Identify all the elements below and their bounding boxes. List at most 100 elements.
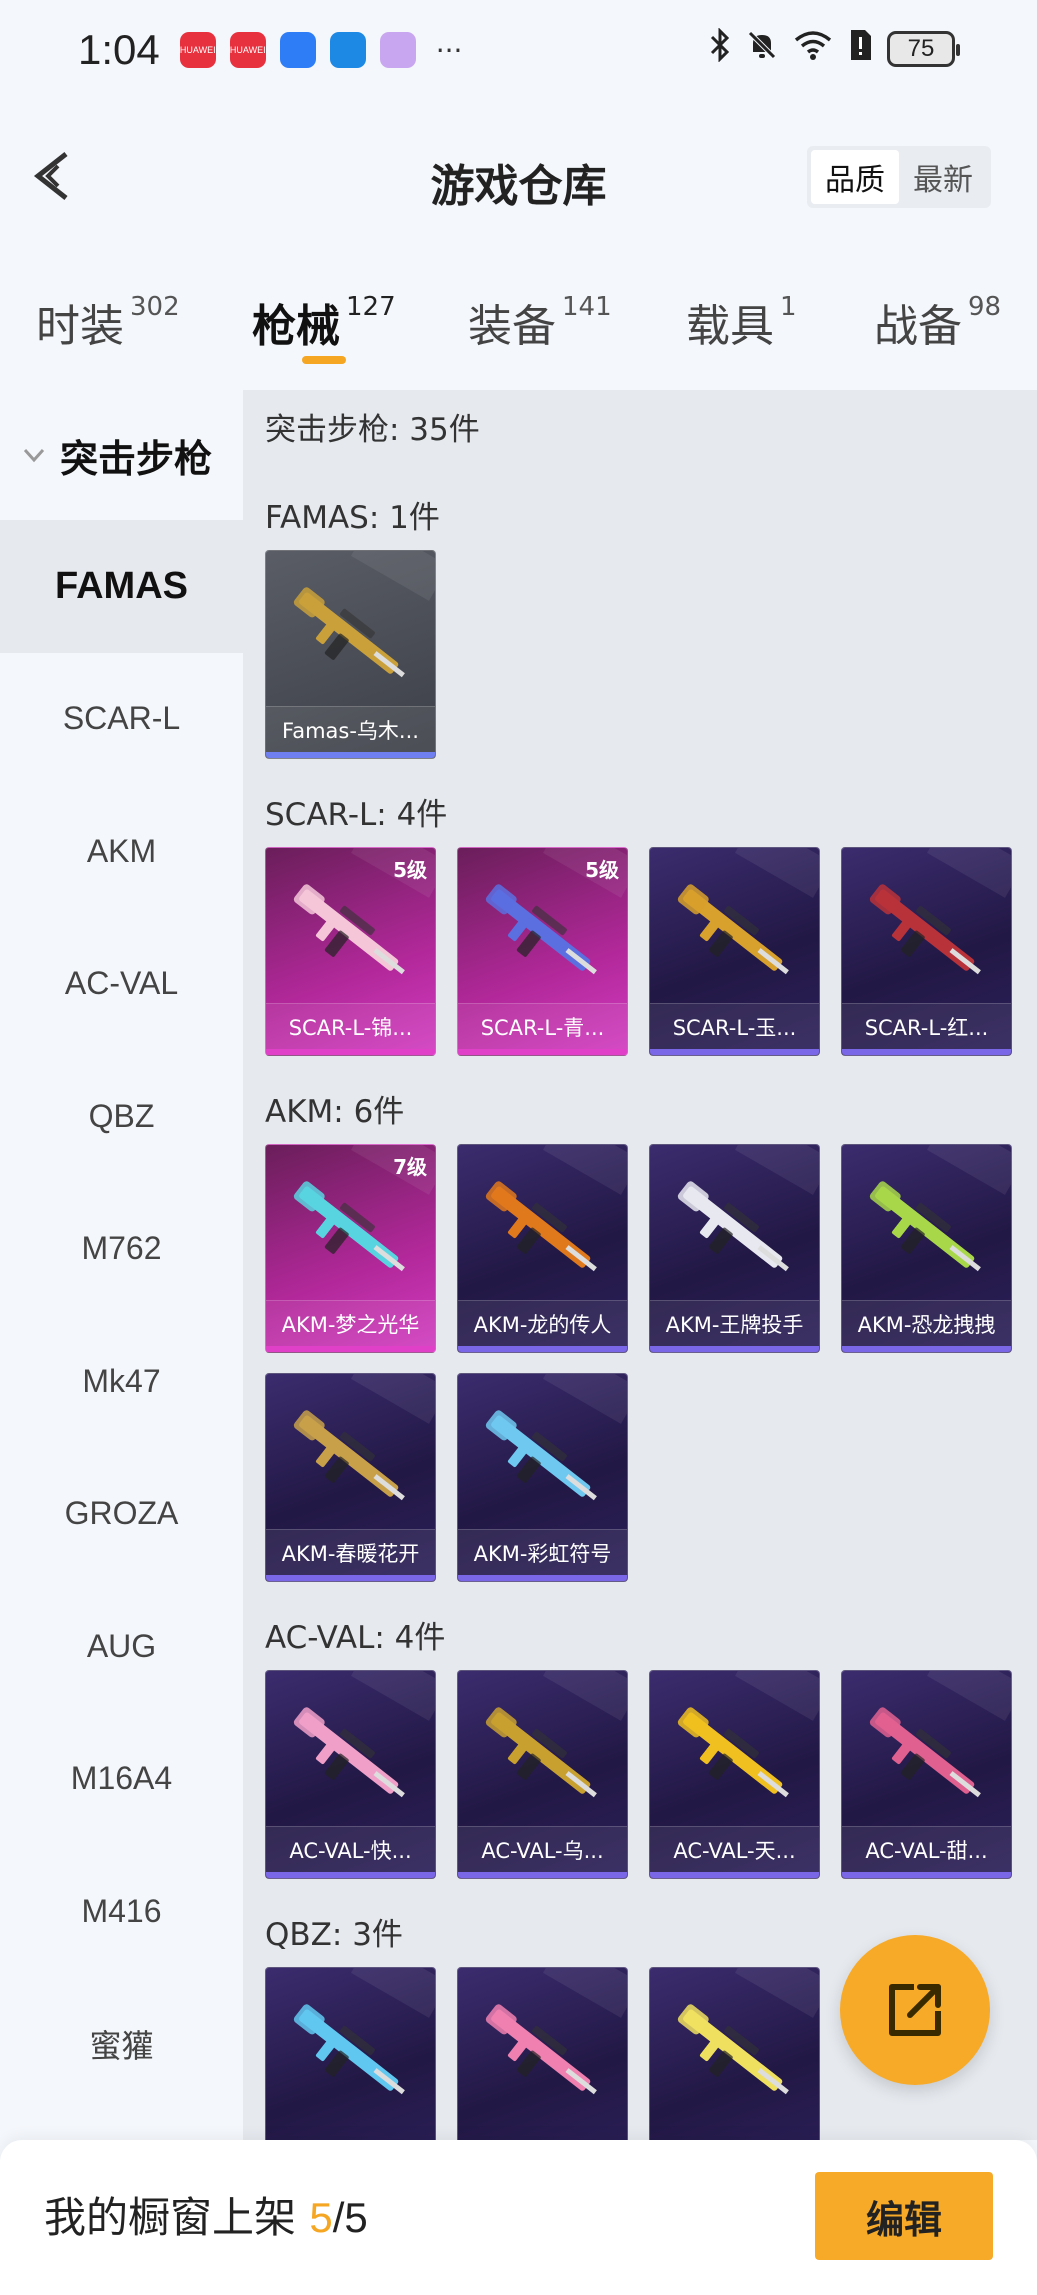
header: 游戏仓库 品质 最新	[0, 130, 1037, 230]
sidebar-section-assault-rifles[interactable]: 突击步枪	[0, 390, 243, 520]
weapon-name: AC-VAL-天...	[650, 1826, 819, 1872]
rifle-icon	[293, 587, 405, 678]
showcase-separator: /	[332, 2194, 345, 2241]
weapon-card[interactable]: AKM-恐龙拽拽	[841, 1144, 1012, 1353]
weapon-card[interactable]: SCAR-L-玉...	[649, 847, 820, 1056]
sidebar-item-qbz[interactable]: QBZ	[0, 1050, 243, 1183]
weapon-card[interactable]: AKM-彩虹符号	[457, 1373, 628, 1582]
rarity-bar	[266, 1049, 435, 1055]
weapon-card[interactable]: AC-VAL-天...	[649, 1670, 820, 1879]
sort-toggle: 品质 最新	[807, 146, 991, 208]
huawei-app-icon: HUAWEI	[179, 32, 216, 68]
weapon-grid: AC-VAL-快... AC-VAL-乌... AC-VAL-天... AC-VAL-…	[265, 1670, 1037, 1879]
group-title: AKM: 6件	[265, 1094, 405, 1130]
weapon-name: AKM-王牌投手	[650, 1300, 819, 1346]
sort-newest-option[interactable]: 最新	[899, 150, 987, 204]
share-button[interactable]	[840, 1935, 990, 2085]
weapon-grid: Famas-乌木...	[265, 550, 1037, 759]
sidebar-section-label: 突击步枪	[60, 436, 213, 481]
rarity-bar	[266, 1872, 435, 1878]
weapon-name: AC-VAL-乌...	[458, 1826, 627, 1872]
edit-button[interactable]: 编辑	[815, 2172, 993, 2260]
sidebar-item-mk47[interactable]: Mk47	[0, 1315, 243, 1448]
rifle-icon	[869, 884, 981, 975]
weapon-card[interactable]: AKM-王牌投手	[649, 1144, 820, 1353]
weapon-list-panel[interactable]: 突击步枪: 35件 FAMAS: 1件 Famas-乌木... SCAR-L: 4件…	[243, 390, 1037, 2140]
sidebar-item-ac-val[interactable]: AC-VAL	[0, 918, 243, 1051]
weapon-name: AKM-春暖花开	[266, 1529, 435, 1575]
showcase-label: 我的橱窗上架 5/5	[44, 2184, 368, 2245]
rarity-bar	[458, 1872, 627, 1878]
sidebar-item-famas[interactable]: FAMAS	[0, 520, 243, 653]
weapon-card[interactable]: AKM-龙的传人	[457, 1144, 628, 1353]
rarity-bar	[458, 1575, 627, 1581]
weapon-name: SCAR-L-锦...	[266, 1003, 435, 1049]
tab-gear[interactable]: 战备 98	[874, 290, 1001, 354]
tab-count: 1	[780, 292, 797, 322]
weapon-card[interactable]	[649, 1967, 820, 2140]
huawei-app-icon: HUAWEI	[229, 32, 266, 68]
chevron-down-icon	[23, 448, 45, 463]
rarity-bar	[266, 1575, 435, 1581]
tab-costumes[interactable]: 时装 302	[36, 290, 180, 354]
sidebar-item-scar-l[interactable]: SCAR-L	[0, 653, 243, 786]
system-icons: 75	[709, 27, 960, 70]
rifle-icon	[869, 1707, 981, 1798]
weather-app-icon	[329, 32, 366, 68]
weapon-name: AKM-彩虹符号	[458, 1529, 627, 1575]
sim-alert-icon	[847, 28, 873, 70]
rarity-bar	[458, 1049, 627, 1055]
weapon-grid: 5级 SCAR-L-锦... 5级 SCAR-L-青... SCAR-L-玉... SCA…	[265, 847, 1037, 1056]
sidebar-item-m416[interactable]: M416	[0, 1845, 243, 1978]
rifle-icon	[293, 1181, 405, 1272]
rifle-icon	[293, 1410, 405, 1501]
weapon-card[interactable]: Famas-乌木...	[265, 550, 436, 759]
sidebar-item-m16a4[interactable]: M16A4	[0, 1713, 243, 1846]
tab-label: 载具	[686, 301, 774, 352]
group-title: SCAR-L: 4件	[265, 797, 448, 833]
active-tab-indicator	[302, 356, 346, 364]
category-title: 突击步枪: 35件	[265, 412, 480, 448]
level-badge: 7级	[393, 1155, 427, 1179]
weapon-name: AKM-梦之光华	[266, 1300, 435, 1346]
weapon-card[interactable]: 5级 SCAR-L-青...	[457, 847, 628, 1056]
tab-count: 127	[346, 292, 396, 322]
wifi-icon	[793, 28, 833, 70]
weapon-name: AKM-恐龙拽拽	[842, 1300, 1011, 1346]
rarity-bar	[842, 1872, 1011, 1878]
notification-icons: HUAWEI HUAWEI	[179, 32, 430, 68]
weapon-card[interactable]: AC-VAL-甜...	[841, 1670, 1012, 1879]
weapon-card[interactable]	[265, 1967, 436, 2140]
tab-count: 302	[130, 292, 180, 322]
rifle-icon	[677, 1707, 789, 1798]
weapon-card[interactable]: 5级 SCAR-L-锦...	[265, 847, 436, 1056]
tab-label: 时装	[36, 301, 124, 352]
weapon-name: SCAR-L-青...	[458, 1003, 627, 1049]
share-out-icon	[889, 1984, 941, 2036]
showcase-used-count: 5	[309, 2194, 333, 2241]
weapon-card[interactable]: AC-VAL-乌...	[457, 1670, 628, 1879]
rarity-bar	[650, 1049, 819, 1055]
rifle-icon	[485, 1707, 597, 1798]
weapon-card[interactable]	[457, 1967, 628, 2140]
sidebar-item-akm[interactable]: AKM	[0, 785, 243, 918]
rarity-bar	[650, 1872, 819, 1878]
tab-firearms[interactable]: 枪械 127	[252, 290, 396, 354]
showcase-text: 我的橱窗上架	[44, 2193, 310, 2242]
bluetooth-app-icon	[279, 32, 316, 68]
rifle-icon	[677, 1181, 789, 1272]
tab-label: 战备	[874, 301, 962, 352]
tab-equipment[interactable]: 装备 141	[468, 290, 612, 354]
tab-label: 枪械	[252, 301, 340, 352]
weapon-card[interactable]: 7级 AKM-梦之光华	[265, 1144, 436, 1353]
sidebar-item-m762[interactable]: M762	[0, 1183, 243, 1316]
sort-quality-option[interactable]: 品质	[811, 150, 899, 204]
rifle-icon	[485, 1410, 597, 1501]
sidebar-item-蜜獾[interactable]: 蜜獾	[0, 1978, 243, 2111]
weapon-card[interactable]: AC-VAL-快...	[265, 1670, 436, 1879]
tab-vehicles[interactable]: 载具 1	[686, 290, 797, 354]
sidebar-item-groza[interactable]: GROZA	[0, 1448, 243, 1581]
weapon-card[interactable]: SCAR-L-红...	[841, 847, 1012, 1056]
weapon-card[interactable]: AKM-春暖花开	[265, 1373, 436, 1582]
sidebar-item-aug[interactable]: AUG	[0, 1580, 243, 1713]
